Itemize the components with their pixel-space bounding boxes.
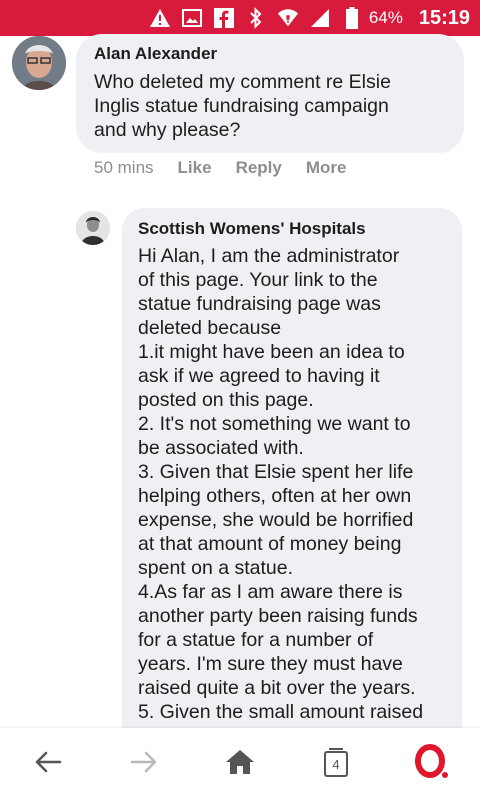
home-button[interactable] bbox=[222, 746, 258, 782]
bluetooth-icon bbox=[245, 7, 267, 29]
avatar-alan-alexander[interactable] bbox=[12, 36, 66, 90]
reply-author[interactable]: Scottish Womens' Hospitals bbox=[138, 219, 366, 239]
back-button[interactable] bbox=[30, 746, 66, 782]
opera-logo-icon bbox=[414, 743, 450, 785]
signal-icon bbox=[309, 7, 331, 29]
reply-button[interactable]: Reply bbox=[236, 158, 282, 178]
like-button[interactable]: Like bbox=[178, 158, 212, 178]
status-time: 15:19 bbox=[418, 6, 470, 29]
wifi-icon bbox=[277, 7, 299, 29]
more-button[interactable]: More bbox=[306, 158, 347, 178]
comment-meta: 50 mins Like Reply More bbox=[94, 158, 346, 178]
image-icon bbox=[181, 7, 203, 29]
browser-navbar: 4 bbox=[0, 728, 480, 800]
facebook-icon bbox=[213, 7, 235, 29]
warning-icon bbox=[149, 7, 171, 29]
comment-time: 50 mins bbox=[94, 158, 154, 177]
comment-text: Who deleted my comment re Elsie Inglis s… bbox=[94, 71, 391, 141]
battery-icon bbox=[341, 7, 363, 29]
back-arrow-icon bbox=[34, 750, 62, 779]
tabs-button[interactable]: 4 bbox=[318, 746, 354, 782]
battery-percentage: 64% bbox=[368, 8, 403, 27]
comment-author[interactable]: Alan Alexander bbox=[94, 44, 217, 64]
avatar-scottish-womens-hospitals[interactable] bbox=[76, 211, 110, 245]
opera-menu-button[interactable] bbox=[414, 743, 450, 785]
status-icons: 64% 15:19 bbox=[149, 0, 470, 36]
forward-button[interactable] bbox=[126, 746, 162, 782]
home-icon bbox=[225, 749, 255, 780]
forward-arrow-icon bbox=[130, 750, 158, 779]
tabs-count: 4 bbox=[332, 756, 340, 772]
reply-text: Hi Alan, I am the administrator of this … bbox=[138, 245, 424, 723]
status-bar: 64% 15:19 bbox=[0, 0, 480, 36]
